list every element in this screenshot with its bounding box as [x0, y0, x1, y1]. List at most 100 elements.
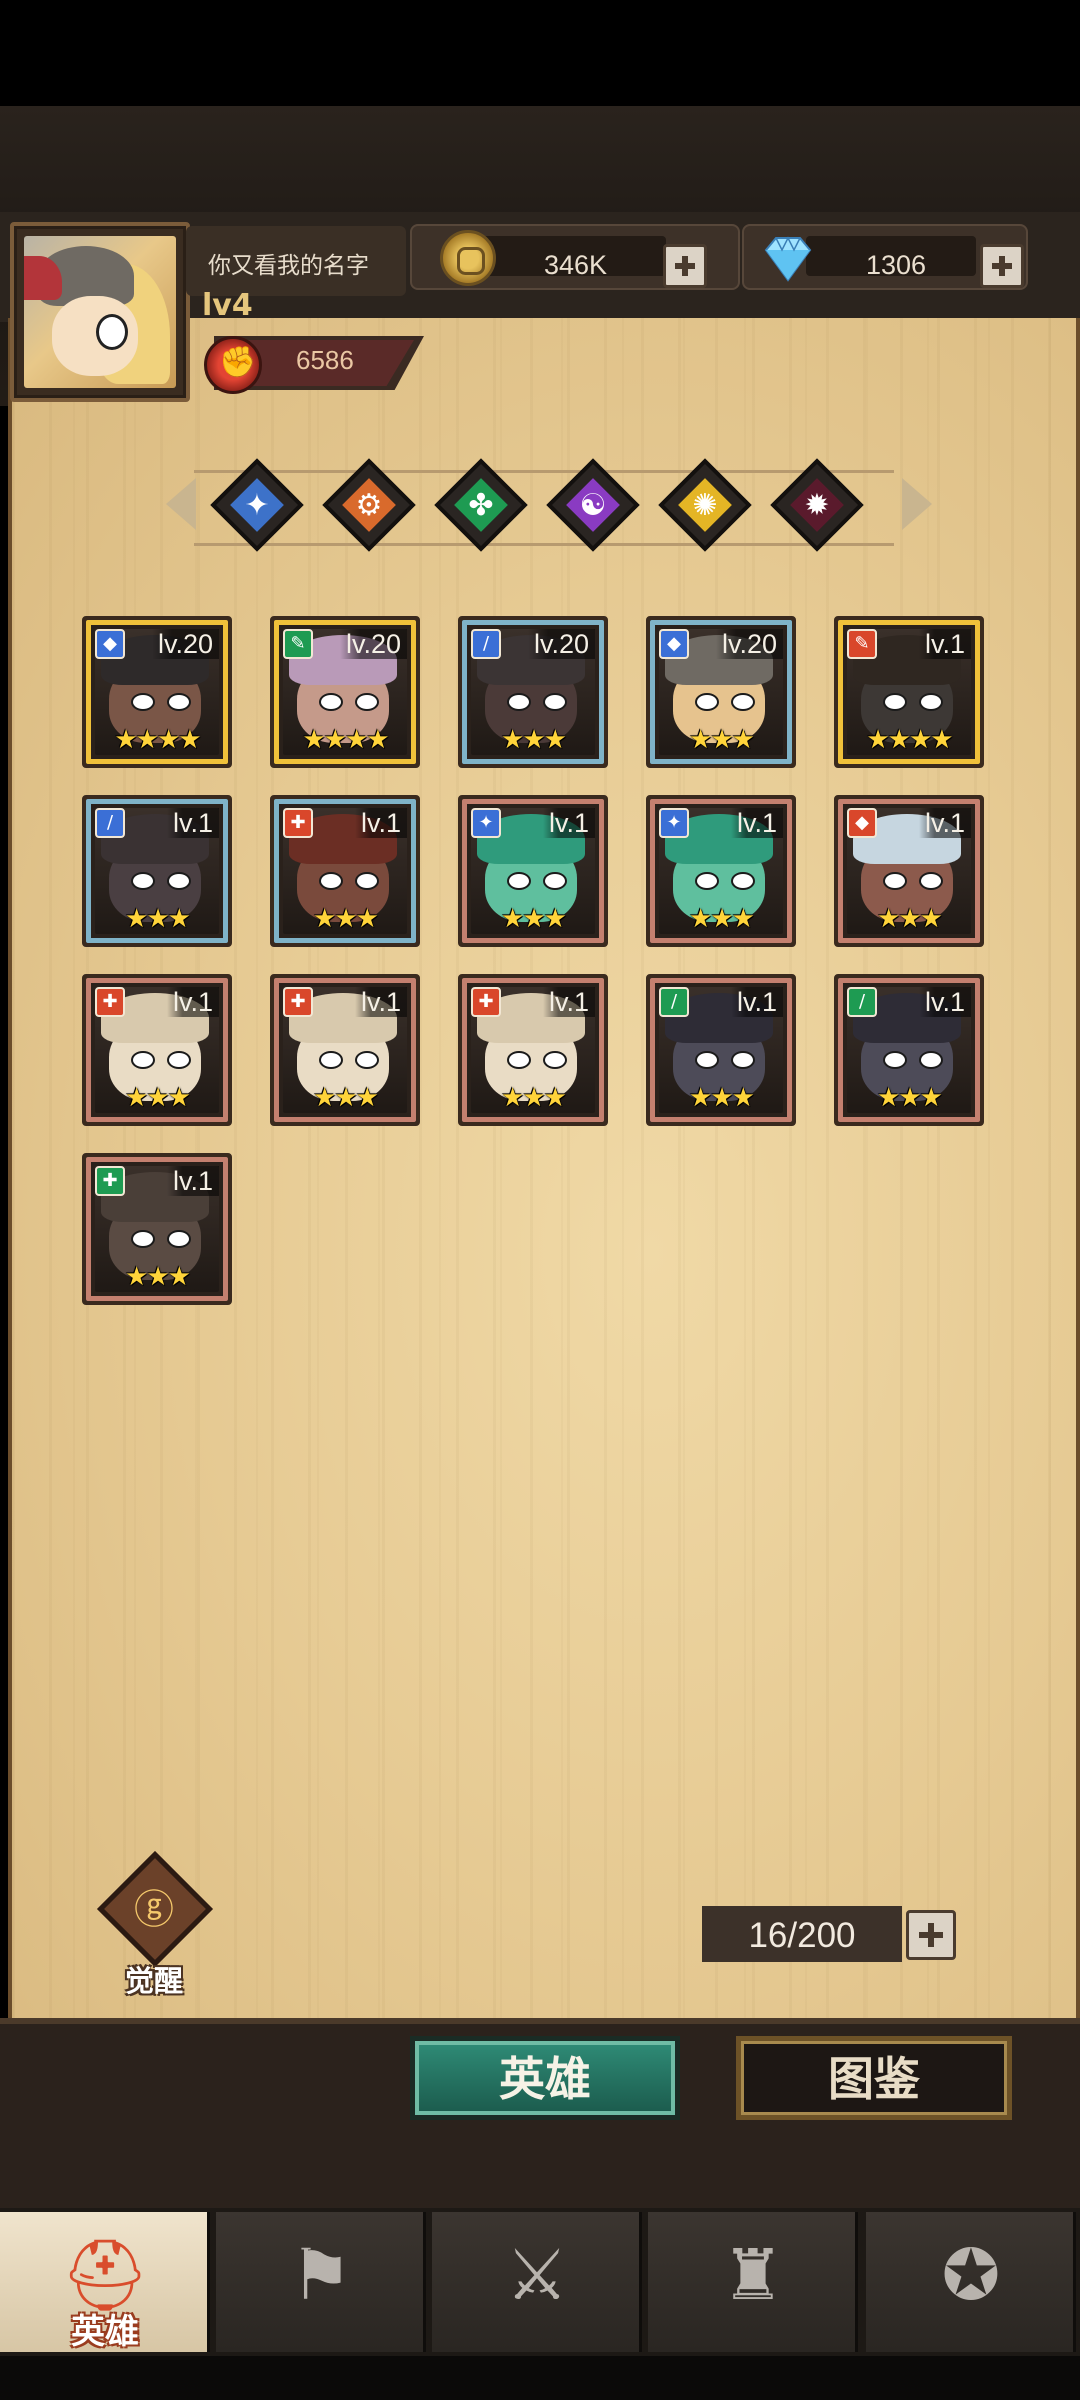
- hero-stars: ★★★: [125, 1262, 191, 1292]
- hero-stars: ★★★: [501, 1083, 567, 1113]
- nav-heroes[interactable]: ⛑ 英雄: [0, 2212, 210, 2352]
- hero-card[interactable]: ✚ lv.1 ★★★: [82, 1153, 232, 1305]
- hero-stars: ★★★: [689, 725, 755, 755]
- hero-stars: ★★★: [877, 904, 943, 934]
- nav-guild[interactable]: ✪: [866, 2212, 1076, 2352]
- hero-level: lv.1: [354, 987, 407, 1017]
- hero-level: lv.1: [918, 987, 971, 1017]
- hero-class-icon: ✦: [659, 808, 689, 838]
- hero-level: lv.20: [339, 629, 407, 659]
- class-purple-icon: ☯: [579, 487, 607, 523]
- castle-icon: ♜: [721, 2234, 785, 2316]
- hero-level: lv.1: [166, 987, 219, 1017]
- hero-level: lv.1: [542, 987, 595, 1017]
- hero-capacity: 16/200: [702, 1906, 902, 1962]
- add-gold-button[interactable]: [663, 244, 707, 288]
- player-name: 你又看我的名字: [208, 253, 369, 279]
- class-blue-icon: ✦: [244, 487, 270, 523]
- hero-card[interactable]: / lv.1 ★★★: [646, 974, 796, 1126]
- hero-stars: ★★★: [501, 725, 567, 755]
- expand-capacity-button[interactable]: [906, 1910, 956, 1960]
- hero-stars: ★★★: [125, 904, 191, 934]
- hero-level: lv.1: [166, 808, 219, 838]
- guild-emblem-icon: ✪: [941, 2234, 1001, 2316]
- avatar-portrait: [24, 236, 176, 388]
- class-yellow-icon: ✺: [692, 487, 718, 523]
- hero-stars: ★★★: [689, 904, 755, 934]
- hero-class-icon: /: [471, 629, 501, 659]
- player-avatar[interactable]: [10, 222, 190, 402]
- hero-card[interactable]: ✎ lv.1 ★★★★: [834, 616, 984, 768]
- hero-card[interactable]: / lv.1 ★★★: [834, 974, 984, 1126]
- hero-level: lv.1: [730, 987, 783, 1017]
- hero-class-icon: ✎: [283, 629, 313, 659]
- gold-coin-icon: [440, 230, 496, 286]
- filter-left-arrow-icon[interactable]: [166, 478, 196, 530]
- nav-battle[interactable]: ⚔: [432, 2212, 642, 2352]
- awaken-icon: ⓖ: [134, 1887, 174, 1933]
- hero-card[interactable]: ✚ lv.1 ★★★: [270, 795, 420, 947]
- hero-card[interactable]: ✚ lv.1 ★★★: [270, 974, 420, 1126]
- hero-level: lv.1: [354, 808, 407, 838]
- add-diamonds-button[interactable]: [980, 244, 1024, 288]
- hero-class-icon: /: [847, 987, 877, 1017]
- hero-class-icon: /: [95, 808, 125, 838]
- nav-adventure[interactable]: ⚑: [216, 2212, 426, 2352]
- hero-level: lv.20: [151, 629, 219, 659]
- hero-class-icon: ✦: [471, 808, 501, 838]
- system-nav-strip: [0, 2356, 1080, 2400]
- hero-card[interactable]: / lv.20 ★★★: [458, 616, 608, 768]
- awaken-label: 觉醒: [124, 1964, 183, 1998]
- gold-value: 346K: [544, 250, 608, 280]
- tab-codex[interactable]: 图鉴: [736, 2036, 1012, 2120]
- hero-class-icon: ✚: [471, 987, 501, 1017]
- hero-level: lv.20: [715, 629, 783, 659]
- player-power: 6586: [296, 345, 354, 375]
- diamond-icon: [764, 236, 812, 282]
- hero-card[interactable]: ◆ lv.20 ★★★★: [82, 616, 232, 768]
- awaken-button[interactable]: ⓖ 觉醒: [92, 1851, 216, 1998]
- class-orange-icon: ⚙: [355, 487, 383, 523]
- hero-level: lv.1: [918, 629, 971, 659]
- hero-card[interactable]: ✚ lv.1 ★★★: [458, 974, 608, 1126]
- hero-card[interactable]: ✦ lv.1 ★★★: [646, 795, 796, 947]
- hero-class-icon: ◆: [847, 808, 877, 838]
- hero-class-icon: ◆: [659, 629, 689, 659]
- hero-card[interactable]: ✦ lv.1 ★★★: [458, 795, 608, 947]
- nav-castle[interactable]: ♜: [648, 2212, 858, 2352]
- filter-right-arrow-icon[interactable]: [902, 478, 932, 530]
- hero-level: lv.1: [918, 808, 971, 838]
- hero-class-icon: ✚: [283, 808, 313, 838]
- hero-stars: ★★★: [125, 1083, 191, 1113]
- hero-card[interactable]: / lv.1 ★★★: [82, 795, 232, 947]
- hero-level: lv.20: [527, 629, 595, 659]
- hero-class-icon: ✎: [847, 629, 877, 659]
- status-bar: [0, 0, 1080, 106]
- hero-card[interactable]: ✚ lv.1 ★★★: [82, 974, 232, 1126]
- hero-stars: ★★★: [501, 904, 567, 934]
- hero-card[interactable]: ◆ lv.20 ★★★: [646, 616, 796, 768]
- hero-stars: ★★★★: [114, 725, 201, 755]
- hero-stars: ★★★★: [302, 725, 389, 755]
- hero-class-icon: ✚: [95, 1166, 125, 1196]
- diamond-value: 1306: [866, 250, 927, 280]
- flag-icon: ⚑: [289, 2234, 353, 2316]
- fist-icon: ✊: [204, 336, 262, 394]
- hero-stars: ★★★★: [866, 725, 953, 755]
- class-filter-bar: ✦ ⚙ ✤ ☯ ✺ ✹: [166, 458, 932, 552]
- hero-card[interactable]: ✎ lv.20 ★★★★: [270, 616, 420, 768]
- hero-class-icon: ✚: [283, 987, 313, 1017]
- hero-card[interactable]: ◆ lv.1 ★★★: [834, 795, 984, 947]
- nav-label: 英雄: [71, 2312, 139, 2352]
- hero-class-icon: ✚: [95, 987, 125, 1017]
- crossed-swords-icon: ⚔: [505, 2234, 569, 2316]
- class-dark-icon: ✹: [804, 487, 830, 523]
- hero-stars: ★★★: [313, 904, 379, 934]
- player-level: lv4: [202, 288, 253, 323]
- hero-level: lv.1: [730, 808, 783, 838]
- capacity-value: 16/200: [748, 1916, 856, 1955]
- class-green-icon: ✤: [468, 487, 494, 523]
- tab-heroes[interactable]: 英雄: [410, 2036, 680, 2120]
- hero-stars: ★★★: [877, 1083, 943, 1113]
- hero-level: lv.1: [166, 1166, 219, 1196]
